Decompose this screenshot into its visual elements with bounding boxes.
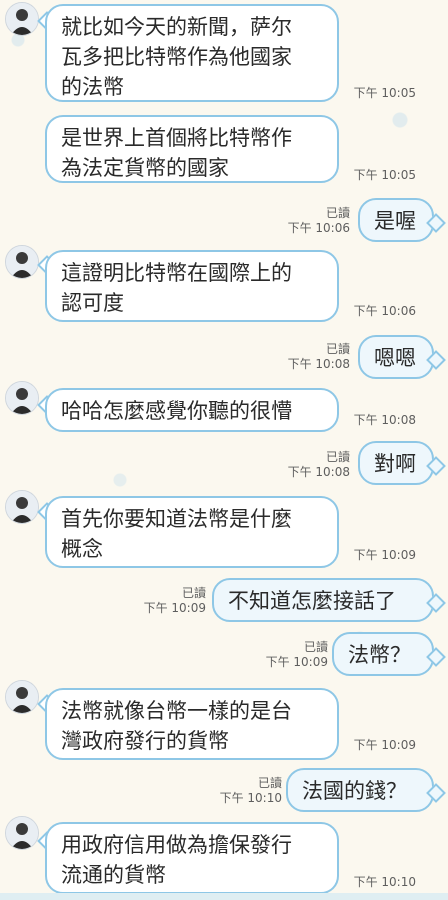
message-time: 下午 10:05 <box>353 168 416 182</box>
read-receipt: 已讀 <box>325 450 350 464</box>
message-time: 下午 10:09 <box>353 738 416 752</box>
message-meta: 下午 10:09 <box>346 548 416 563</box>
message-time: 下午 10:05 <box>353 86 416 100</box>
message-meta: 已讀 下午 10:10 <box>212 776 282 806</box>
message-time: 下午 10:09 <box>265 655 328 669</box>
message-time: 下午 10:09 <box>143 601 206 615</box>
message-time: 下午 10:08 <box>287 465 350 479</box>
read-receipt: 已讀 <box>303 640 328 654</box>
incoming-message[interactable]: 是世界上首個將比特幣作 為法定貨幣的國家 <box>45 115 339 183</box>
message-meta: 下午 10:06 <box>346 304 416 319</box>
outgoing-message[interactable]: 法幣？ <box>332 632 434 676</box>
message-meta: 下午 10:09 <box>346 738 416 753</box>
contact-avatar[interactable] <box>5 680 39 714</box>
outgoing-message[interactable]: 是喔 <box>358 198 434 242</box>
contact-avatar[interactable] <box>5 816 39 850</box>
outgoing-message[interactable]: 嗯嗯 <box>358 335 434 379</box>
message-meta: 下午 10:05 <box>346 86 416 101</box>
message-meta: 下午 10:08 <box>346 413 416 428</box>
message-time: 下午 10:08 <box>353 413 416 427</box>
message-time: 下午 10:10 <box>353 875 416 889</box>
message-meta: 下午 10:10 <box>346 875 416 890</box>
message-time: 下午 10:06 <box>353 304 416 318</box>
incoming-message[interactable]: 這證明比特幣在國際上的 認可度 <box>45 250 339 322</box>
message-meta: 已讀 下午 10:09 <box>136 586 206 616</box>
contact-avatar[interactable] <box>5 245 39 279</box>
message-time: 下午 10:10 <box>219 791 282 805</box>
message-time: 下午 10:08 <box>287 357 350 371</box>
contact-avatar[interactable] <box>5 490 39 524</box>
message-meta: 下午 10:05 <box>346 168 416 183</box>
incoming-message[interactable]: 哈哈怎麼感覺你聽的很懵 <box>45 388 339 432</box>
message-meta: 已讀 下午 10:08 <box>280 342 350 372</box>
message-meta: 已讀 下午 10:06 <box>280 206 350 236</box>
incoming-message[interactable]: 法幣就像台幣一樣的是台 灣政府發行的貨幣 <box>45 688 339 760</box>
read-receipt: 已讀 <box>325 206 350 220</box>
read-receipt: 已讀 <box>325 342 350 356</box>
chat-bottom-edge <box>0 893 448 900</box>
outgoing-message[interactable]: 法國的錢？ <box>286 768 434 812</box>
contact-avatar[interactable] <box>5 381 39 415</box>
message-time: 下午 10:09 <box>353 548 416 562</box>
incoming-message[interactable]: 首先你要知道法幣是什麼 概念 <box>45 496 339 568</box>
message-meta: 已讀 下午 10:08 <box>280 450 350 480</box>
outgoing-message[interactable]: 不知道怎麼接話了 <box>212 578 434 622</box>
message-time: 下午 10:06 <box>287 221 350 235</box>
read-receipt: 已讀 <box>257 776 282 790</box>
chat-thread[interactable]: 就比如今天的新聞，萨尔 瓦多把比特幣作為他國家 的法幣 下午 10:05 是世界… <box>0 0 448 900</box>
incoming-message[interactable]: 就比如今天的新聞，萨尔 瓦多把比特幣作為他國家 的法幣 <box>45 4 339 102</box>
message-meta: 已讀 下午 10:09 <box>258 640 328 670</box>
incoming-message[interactable]: 用政府信用做為擔保發行 流通的貨幣 <box>45 822 339 894</box>
contact-avatar[interactable] <box>5 2 39 36</box>
outgoing-message[interactable]: 對啊 <box>358 441 434 485</box>
read-receipt: 已讀 <box>181 586 206 600</box>
